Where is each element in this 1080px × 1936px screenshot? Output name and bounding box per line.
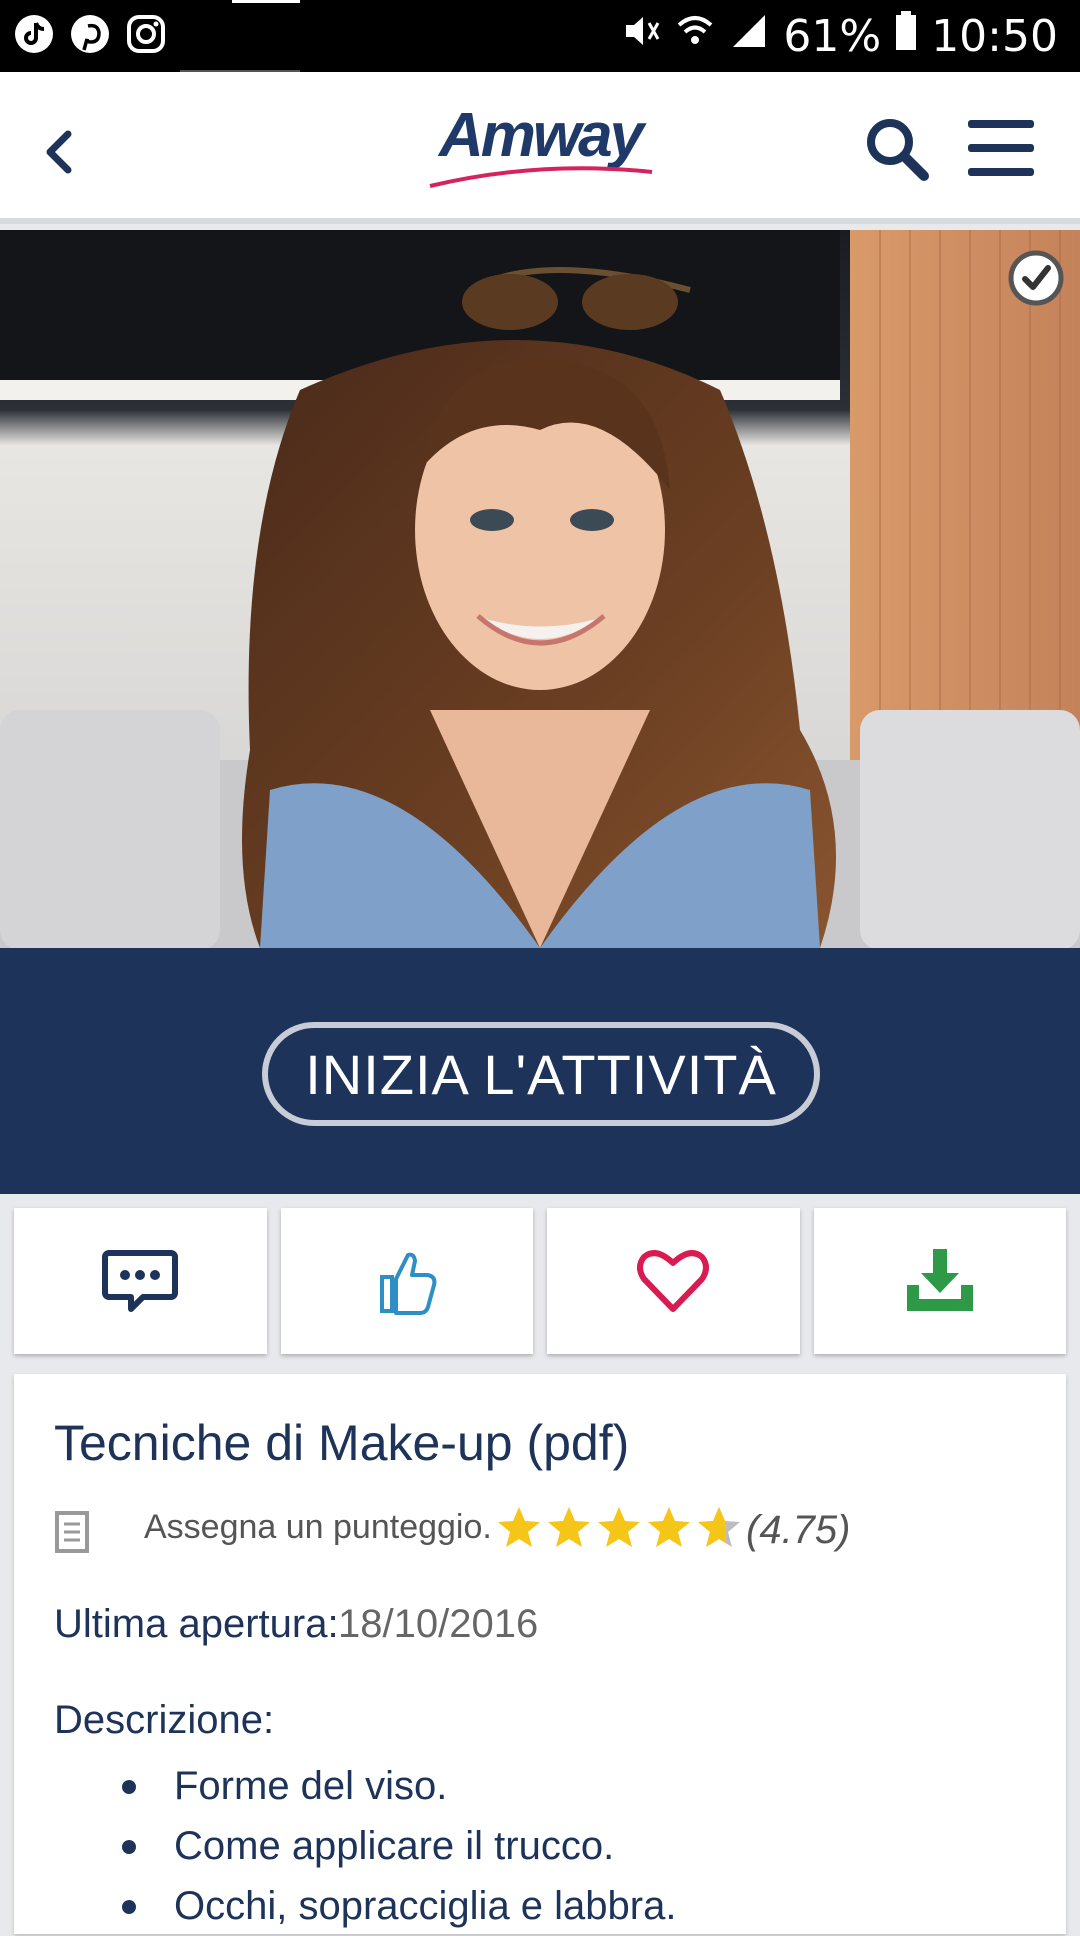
tab-indicator — [180, 0, 300, 72]
favorite-button[interactable] — [547, 1208, 800, 1354]
pinterest-icon — [70, 14, 110, 54]
comment-button[interactable] — [14, 1208, 267, 1354]
list-item: Occhi, sopracciglia e labbra. — [122, 1876, 676, 1936]
like-button[interactable] — [280, 1208, 533, 1354]
star-icon[interactable] — [496, 1504, 542, 1550]
download-icon — [906, 1249, 973, 1311]
app-bar: Amway — [0, 72, 1080, 224]
instagram-icon — [126, 14, 166, 54]
clock: 10:50 — [931, 10, 1058, 62]
description-label: Descrizione: — [54, 1698, 275, 1742]
description-list: Forme del viso. Come applicare il trucco… — [122, 1756, 676, 1936]
list-item: Come applicare il trucco. — [122, 1816, 676, 1876]
signal-icon — [729, 11, 769, 62]
download-button[interactable] — [813, 1208, 1066, 1354]
hero-image — [0, 230, 1080, 948]
star-rating[interactable] — [496, 1504, 742, 1550]
hero-photo — [0, 230, 1080, 948]
last-opened-label: Ultima apertura: — [54, 1602, 339, 1646]
tiktok-icon — [14, 14, 54, 54]
star-icon[interactable] — [596, 1504, 642, 1550]
comment-icon — [102, 1250, 179, 1312]
battery-percent: 61% — [783, 10, 882, 62]
content-card: Tecniche di Make-up (pdf) Assegna un pun… — [14, 1374, 1066, 1934]
rating-value: (4.75) — [746, 1508, 851, 1552]
last-opened-value: 18/10/2016 — [338, 1602, 539, 1646]
back-icon[interactable] — [30, 112, 90, 182]
heart-icon — [637, 1250, 710, 1312]
star-half-icon[interactable] — [696, 1504, 742, 1550]
star-icon[interactable] — [646, 1504, 692, 1550]
rate-prompt: Assegna un punteggio. — [144, 1508, 492, 1546]
wifi-icon — [675, 11, 715, 62]
document-icon — [54, 1510, 90, 1554]
action-bar — [14, 1208, 1066, 1354]
menu-icon[interactable] — [962, 114, 1040, 182]
thumbs-up-icon — [379, 1252, 437, 1315]
amway-logo: Amway — [420, 100, 660, 196]
notification-icons — [14, 14, 166, 54]
cta-band: INIZIA L'ATTIVITÀ — [0, 948, 1080, 1194]
mute-icon — [621, 11, 661, 62]
star-icon[interactable] — [546, 1504, 592, 1550]
battery-icon — [895, 10, 917, 62]
content-title: Tecniche di Make-up (pdf) — [54, 1415, 630, 1471]
start-activity-button[interactable]: INIZIA L'ATTIVITÀ — [262, 1022, 820, 1126]
search-icon[interactable] — [862, 114, 932, 184]
list-item: Forme del viso. — [122, 1756, 676, 1816]
status-bar: 61% 10:50 — [0, 0, 1080, 72]
system-status: 61% 10:50 — [621, 6, 1058, 66]
checkmark-icon — [1008, 250, 1064, 306]
